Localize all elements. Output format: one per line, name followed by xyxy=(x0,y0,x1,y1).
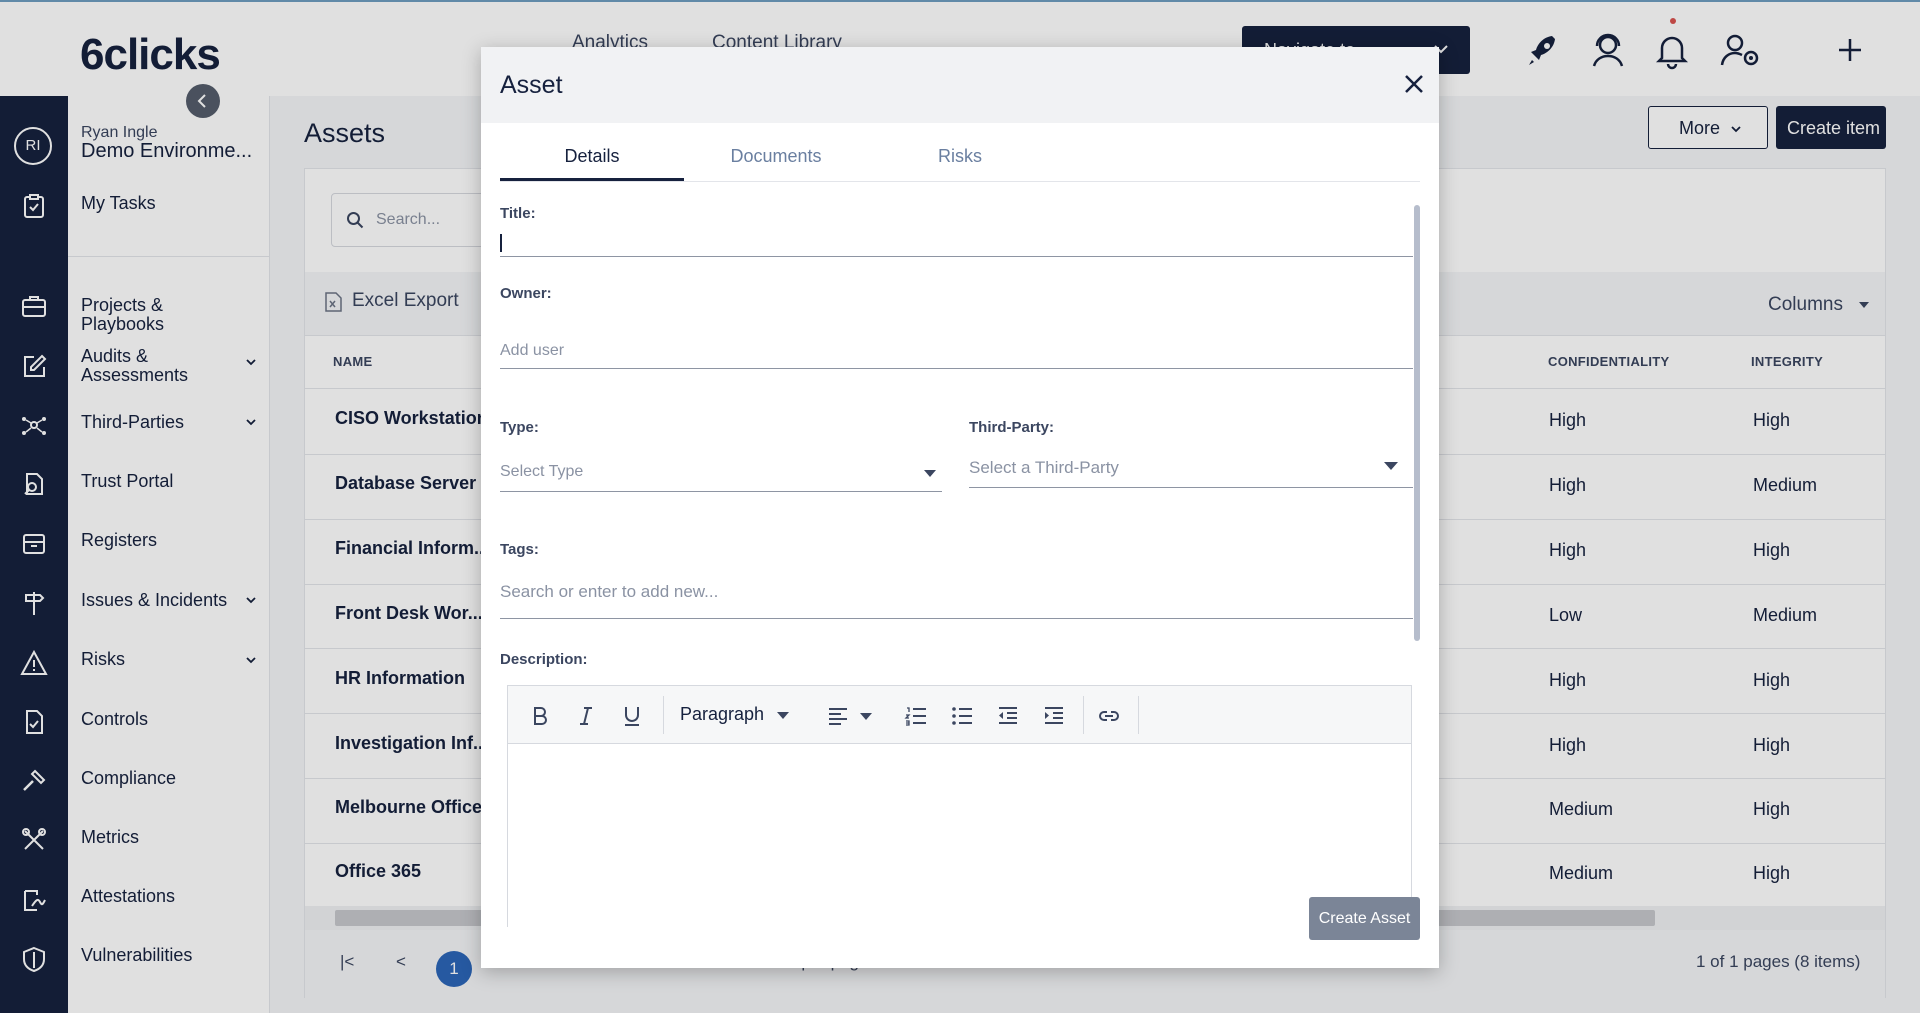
paragraph-format-select[interactable]: Paragraph xyxy=(680,704,790,725)
tags-underline xyxy=(500,618,1413,619)
type-underline xyxy=(500,491,942,492)
active-tab-indicator xyxy=(500,178,684,181)
tags-input[interactable]: Search or enter to add new... xyxy=(500,582,718,602)
tabs-divider xyxy=(500,181,1420,182)
align-left-icon[interactable] xyxy=(826,704,850,728)
toolbar-separator xyxy=(1138,696,1139,734)
modal-title: Asset xyxy=(500,71,563,99)
tab-details[interactable]: Details xyxy=(500,146,684,167)
tab-risks[interactable]: Risks xyxy=(868,146,1052,167)
link-icon[interactable] xyxy=(1097,704,1121,728)
paragraph-format-label: Paragraph xyxy=(680,704,765,724)
owner-label: Owner: xyxy=(500,285,552,302)
caret-down-icon[interactable] xyxy=(1384,462,1398,470)
bold-icon[interactable] xyxy=(528,704,552,728)
caret-down-icon[interactable] xyxy=(860,713,872,720)
close-icon[interactable] xyxy=(1401,71,1427,97)
create-asset-button[interactable]: Create Asset xyxy=(1309,897,1420,940)
type-select[interactable]: Select Type xyxy=(500,463,583,481)
title-input[interactable] xyxy=(500,230,1400,256)
description-editor[interactable]: Paragraph xyxy=(507,685,1412,927)
type-label: Type: xyxy=(500,419,539,436)
asset-modal: Asset Details Documents Risks Title: Own… xyxy=(481,47,1439,968)
toolbar-separator xyxy=(1083,696,1084,734)
third-party-select[interactable]: Select a Third-Party xyxy=(969,458,1119,478)
title-underline xyxy=(500,256,1413,257)
tags-label: Tags: xyxy=(500,541,539,558)
caret-down-icon xyxy=(777,711,790,719)
modal-vertical-scrollbar[interactable] xyxy=(1414,205,1420,641)
toolbar-separator xyxy=(663,696,664,734)
modal-header: Asset xyxy=(481,47,1439,123)
owner-underline xyxy=(500,368,1413,369)
numbered-list-icon[interactable] xyxy=(904,704,928,728)
editor-toolbar: Paragraph xyxy=(508,686,1411,744)
third-party-underline xyxy=(969,487,1413,488)
outdent-icon[interactable] xyxy=(996,704,1020,728)
underline-icon[interactable] xyxy=(620,704,644,728)
bulleted-list-icon[interactable] xyxy=(950,704,974,728)
title-label: Title: xyxy=(500,205,536,222)
text-cursor xyxy=(500,234,502,252)
tab-documents[interactable]: Documents xyxy=(684,146,868,167)
description-label: Description: xyxy=(500,651,588,668)
third-party-label: Third-Party: xyxy=(969,419,1055,436)
indent-icon[interactable] xyxy=(1042,704,1066,728)
owner-input[interactable]: Add user xyxy=(500,342,564,360)
italic-icon[interactable] xyxy=(574,704,598,728)
caret-down-icon[interactable] xyxy=(924,470,936,477)
